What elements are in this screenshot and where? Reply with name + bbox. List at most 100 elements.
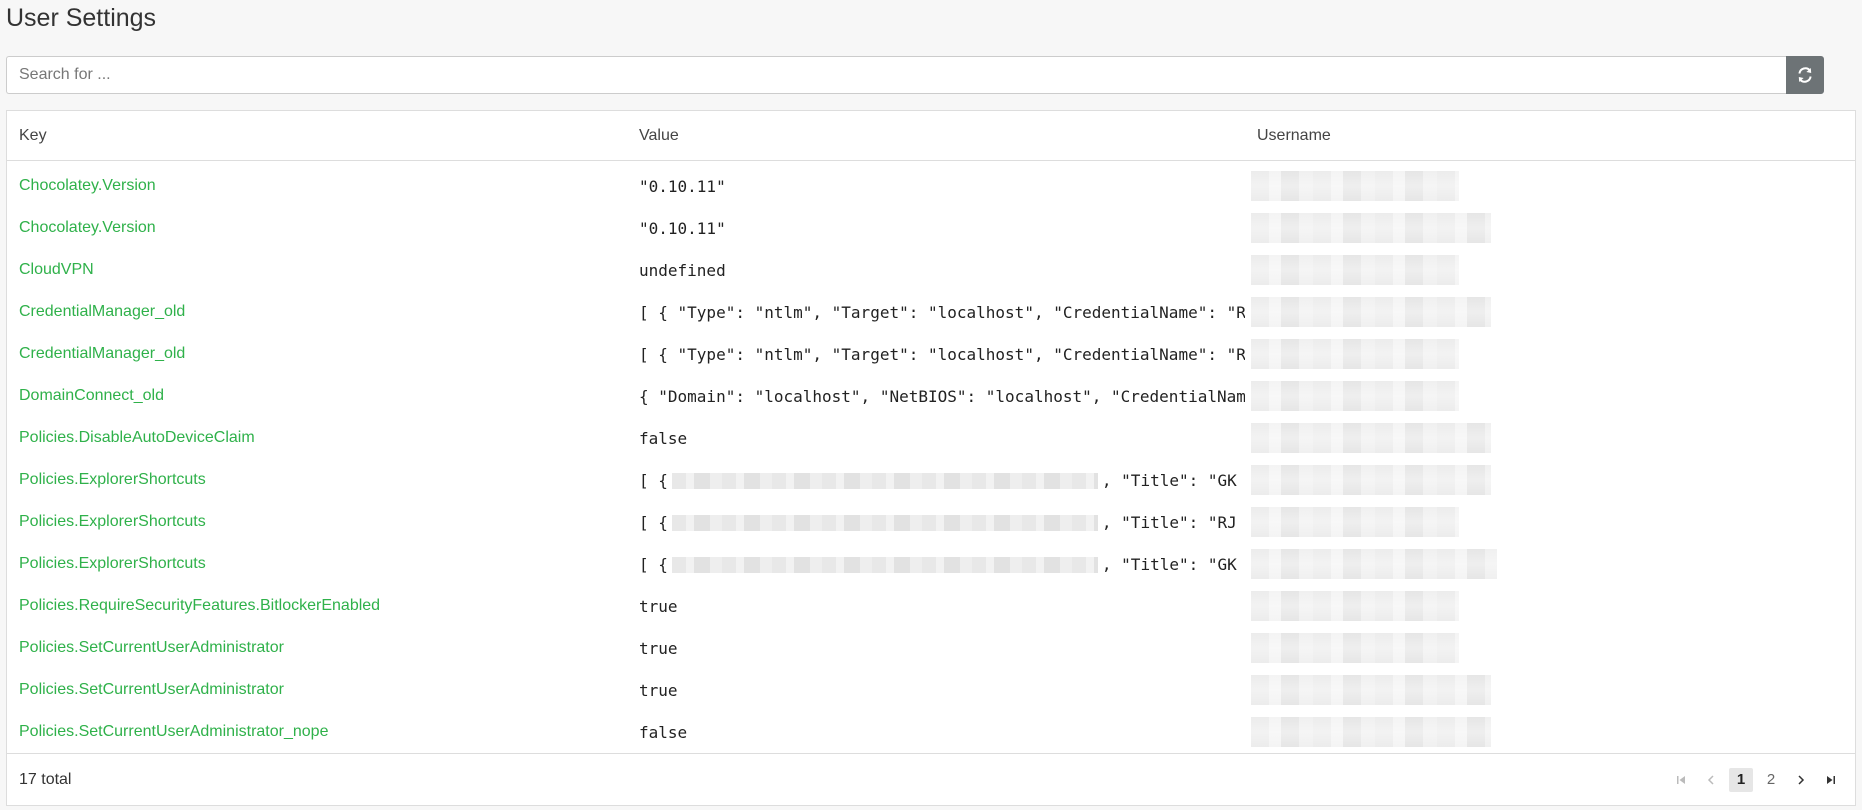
redacted-username: [1251, 549, 1497, 579]
table-header-row: Key Value Username: [7, 111, 1855, 161]
settings-table: Key Value Username Chocolatey.Version "0.…: [7, 111, 1855, 753]
setting-value: [ {: [639, 554, 668, 574]
table-row[interactable]: Policies.DisableAutoDeviceClaim false: [7, 417, 1855, 459]
key-cell: Policies.RequireSecurityFeatures.Bitlock…: [7, 585, 627, 627]
first-page-icon: [1677, 775, 1685, 784]
setting-key-link[interactable]: Policies.ExplorerShortcuts: [19, 471, 206, 488]
value-cell: false: [627, 417, 1245, 459]
value-cell: true: [627, 627, 1245, 669]
username-cell: [1245, 207, 1855, 249]
value-cell: [ {, "Title": "RJ: [627, 501, 1245, 543]
setting-key-link[interactable]: DomainConnect_old: [19, 387, 164, 404]
column-header-key[interactable]: Key: [7, 111, 627, 161]
redacted-username: [1251, 675, 1491, 705]
setting-value: undefined: [639, 260, 726, 280]
table-row[interactable]: Policies.SetCurrentUserAdministrator true: [7, 627, 1855, 669]
setting-key-link[interactable]: Chocolatey.Version: [19, 177, 156, 194]
key-cell: Chocolatey.Version: [7, 161, 627, 208]
key-cell: Policies.ExplorerShortcuts: [7, 501, 627, 543]
previous-page-button[interactable]: [1699, 768, 1723, 792]
redacted-username: [1251, 339, 1459, 369]
setting-value: [ {: [639, 512, 668, 532]
username-cell: [1245, 501, 1855, 543]
username-cell: [1245, 417, 1855, 459]
value-cell: [ { "Type": "ntlm", "Target": "localhost…: [627, 333, 1245, 375]
chevron-right-icon: [1798, 774, 1805, 785]
key-cell: Policies.SetCurrentUserAdministrator: [7, 627, 627, 669]
username-cell: [1245, 627, 1855, 669]
value-cell: false: [627, 711, 1245, 753]
table-row[interactable]: CredentialManager_old [ { "Type": "ntlm",…: [7, 333, 1855, 375]
setting-key-link[interactable]: Policies.DisableAutoDeviceClaim: [19, 429, 255, 446]
refresh-button[interactable]: [1786, 56, 1824, 94]
table-row[interactable]: Policies.SetCurrentUserAdministrator_nop…: [7, 711, 1855, 753]
column-header-value[interactable]: Value: [627, 111, 1245, 161]
key-cell: CredentialManager_old: [7, 333, 627, 375]
value-cell: "0.10.11": [627, 161, 1245, 208]
setting-key-link[interactable]: Policies.SetCurrentUserAdministrator: [19, 681, 284, 698]
setting-key-link[interactable]: Policies.SetCurrentUserAdministrator: [19, 639, 284, 656]
setting-value: [ { "Type": "ntlm", "Target": "localhost…: [639, 344, 1245, 364]
table-row[interactable]: Policies.ExplorerShortcuts [ {, "Title": …: [7, 501, 1855, 543]
table-row[interactable]: Policies.SetCurrentUserAdministrator true: [7, 669, 1855, 711]
page-button-2[interactable]: 2: [1759, 768, 1783, 792]
chevron-left-icon: [1707, 774, 1714, 785]
setting-key-link[interactable]: Policies.SetCurrentUserAdministrator_nop…: [19, 723, 328, 740]
redacted-username: [1251, 213, 1491, 243]
username-cell: [1245, 375, 1855, 417]
username-cell: [1245, 161, 1855, 208]
value-cell: [ {, "Title": "GK: [627, 459, 1245, 501]
search-input[interactable]: [6, 56, 1786, 94]
setting-key-link[interactable]: Policies.ExplorerShortcuts: [19, 513, 206, 530]
key-cell: Policies.ExplorerShortcuts: [7, 459, 627, 501]
username-cell: [1245, 585, 1855, 627]
page-button-1[interactable]: 1: [1729, 767, 1753, 792]
setting-value: { "Domain": "localhost", "NetBIOS": "loc…: [639, 386, 1245, 406]
key-cell: CloudVPN: [7, 249, 627, 291]
redacted-username: [1251, 591, 1459, 621]
value-cell: [ {, "Title": "GK: [627, 543, 1245, 585]
setting-key-link[interactable]: CredentialManager_old: [19, 303, 185, 320]
total-count: 17 total: [19, 770, 72, 788]
last-page-icon: [1827, 775, 1835, 784]
column-header-username[interactable]: Username: [1245, 111, 1855, 161]
setting-value-suffix: , "Title": "GK: [1101, 470, 1237, 490]
table-row[interactable]: Policies.RequireSecurityFeatures.Bitlock…: [7, 585, 1855, 627]
key-cell: Chocolatey.Version: [7, 207, 627, 249]
table-row[interactable]: CloudVPN undefined: [7, 249, 1855, 291]
setting-value: [ { "Type": "ntlm", "Target": "localhost…: [639, 302, 1245, 322]
redacted-value: [671, 515, 1098, 531]
redacted-username: [1251, 171, 1459, 201]
value-cell: true: [627, 585, 1245, 627]
table-row[interactable]: Policies.ExplorerShortcuts [ {, "Title": …: [7, 459, 1855, 501]
username-cell: [1245, 291, 1855, 333]
username-cell: [1245, 543, 1855, 585]
table-row[interactable]: DomainConnect_old { "Domain": "localhost"…: [7, 375, 1855, 417]
value-cell: undefined: [627, 249, 1245, 291]
setting-key-link[interactable]: Policies.RequireSecurityFeatures.Bitlock…: [19, 597, 380, 614]
key-cell: Policies.DisableAutoDeviceClaim: [7, 417, 627, 459]
key-cell: DomainConnect_old: [7, 375, 627, 417]
redacted-username: [1251, 381, 1459, 411]
search-bar: [6, 56, 1824, 94]
setting-key-link[interactable]: CloudVPN: [19, 261, 94, 278]
redacted-username: [1251, 297, 1491, 327]
first-page-button[interactable]: [1669, 768, 1693, 792]
table-footer: 17 total 1 2: [7, 753, 1855, 805]
table-row[interactable]: Policies.ExplorerShortcuts [ {, "Title": …: [7, 543, 1855, 585]
setting-value: false: [639, 428, 688, 448]
username-cell: [1245, 249, 1855, 291]
setting-key-link[interactable]: Policies.ExplorerShortcuts: [19, 555, 206, 572]
last-page-button[interactable]: [1819, 768, 1843, 792]
setting-key-link[interactable]: Chocolatey.Version: [19, 219, 156, 236]
value-cell: { "Domain": "localhost", "NetBIOS": "loc…: [627, 375, 1245, 417]
key-cell: Policies.ExplorerShortcuts: [7, 543, 627, 585]
setting-key-link[interactable]: CredentialManager_old: [19, 345, 185, 362]
table-row[interactable]: Chocolatey.Version "0.10.11": [7, 207, 1855, 249]
table-row[interactable]: Chocolatey.Version "0.10.11": [7, 161, 1855, 208]
redacted-username: [1251, 423, 1491, 453]
username-cell: [1245, 333, 1855, 375]
table-row[interactable]: CredentialManager_old [ { "Type": "ntlm",…: [7, 291, 1855, 333]
pagination: 1 2: [1669, 767, 1843, 792]
next-page-button[interactable]: [1789, 768, 1813, 792]
